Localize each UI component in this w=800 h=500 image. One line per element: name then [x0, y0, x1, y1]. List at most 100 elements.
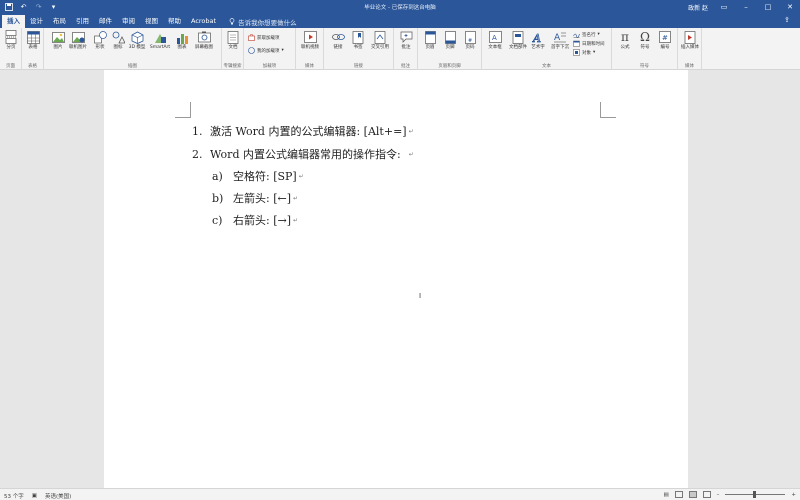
- print-layout-icon[interactable]: [688, 491, 697, 498]
- symbol-button[interactable]: Ω 符号: [635, 30, 655, 50]
- document-icon: [226, 30, 240, 44]
- ribbon-display-icon[interactable]: ▭: [718, 2, 730, 12]
- ibeam-cursor-icon: I: [419, 292, 422, 300]
- sublist-item-text: 左箭头: [←]: [233, 192, 292, 205]
- page-break-button[interactable]: 分页: [1, 30, 21, 50]
- margin-corner-top-right: [600, 102, 616, 118]
- title-bar: ↶ ↷ ▾ 毕业论文 - 已保存到这台电脑 政新 赵 ▭ – □ ✕: [0, 0, 800, 14]
- web-layout-icon[interactable]: [702, 491, 711, 498]
- dropdown-arrow-icon: ▾: [593, 50, 596, 55]
- addin-icon: [248, 47, 255, 54]
- signature-icon: [573, 31, 580, 38]
- object-icon: [573, 49, 580, 56]
- icons-button[interactable]: 图标: [108, 30, 128, 50]
- shapes-button[interactable]: 形状: [90, 30, 110, 50]
- object-button[interactable]: 对象 ▾: [573, 49, 595, 56]
- my-addins-button[interactable]: 我的加载项 ▾: [248, 47, 284, 54]
- pictures-button[interactable]: 图片: [48, 30, 68, 50]
- online-pictures-button[interactable]: 联机图片: [68, 30, 88, 50]
- tab-review[interactable]: 审阅: [117, 15, 140, 28]
- tab-insert[interactable]: 插入: [2, 15, 25, 28]
- 3d-models-button[interactable]: 3D 模型: [127, 30, 147, 50]
- get-addins-button[interactable]: 获取加载项: [248, 34, 280, 41]
- sublist-letter: a): [212, 169, 223, 183]
- page-number-icon: #: [463, 30, 477, 44]
- tab-acrobat[interactable]: Acrobat: [186, 15, 221, 28]
- page-number-button[interactable]: # 页码: [460, 30, 480, 50]
- list-item[interactable]: 1. 激活 Word 内置的公式编辑器: [Alt+=] ↵: [192, 123, 414, 139]
- word-count[interactable]: 53 个字: [4, 492, 24, 500]
- footer-button[interactable]: 页脚: [440, 30, 460, 50]
- tell-me-box[interactable]: 告诉我你想要做什么: [221, 15, 297, 28]
- cube-icon: [130, 30, 144, 44]
- ribbon-tabs: 插入 设计 布局 引用 邮件 审阅 视图 帮助 Acrobat 告诉我你想要做什…: [0, 14, 800, 28]
- cross-reference-button[interactable]: 交叉引用: [368, 30, 392, 50]
- focus-mode-icon[interactable]: ▤: [663, 492, 668, 498]
- signature-line-button[interactable]: 签名行 ▾: [573, 31, 600, 38]
- comment-button[interactable]: 批注: [396, 30, 416, 50]
- zoom-slider[interactable]: [725, 491, 786, 498]
- group-media: 联机视频 媒体: [296, 28, 324, 70]
- proofing-icon[interactable]: ▣: [32, 493, 37, 499]
- svg-text:A: A: [492, 34, 497, 42]
- bookmark-button[interactable]: 书签: [348, 30, 368, 50]
- wordart-icon: A: [531, 30, 545, 44]
- number-button[interactable]: # 编号: [655, 30, 675, 50]
- tab-view[interactable]: 视图: [140, 15, 163, 28]
- group-tables: 表格 表格: [22, 28, 44, 70]
- paragraph-mark: ↵: [293, 216, 299, 224]
- dropcap-button[interactable]: A 首字下沉: [549, 30, 571, 50]
- sublist-item-text: 右箭头: [→]: [233, 214, 292, 227]
- share-icon[interactable]: ⇪: [784, 16, 794, 26]
- tab-references[interactable]: 引用: [71, 15, 94, 28]
- comment-icon: [399, 30, 413, 44]
- dropdown-arrow-icon: ▾: [597, 32, 600, 37]
- document-title: 毕业论文 - 已保存到这台电脑: [364, 5, 436, 11]
- svg-text:#: #: [468, 38, 472, 44]
- user-name[interactable]: 政新 赵: [688, 3, 708, 12]
- language-indicator[interactable]: 英语(美国): [45, 492, 71, 500]
- tab-mailings[interactable]: 邮件: [94, 15, 117, 28]
- equation-button[interactable]: π 公式: [615, 30, 635, 50]
- link-icon: [331, 30, 345, 44]
- sublist-item[interactable]: b) 左箭头: [←] ↵: [212, 190, 298, 206]
- table-icon: [26, 30, 40, 44]
- close-icon[interactable]: ✕: [784, 2, 796, 12]
- zoom-slider-thumb[interactable]: [753, 491, 757, 498]
- minimize-icon[interactable]: –: [740, 2, 752, 12]
- sublist-item[interactable]: a) 空格符: [SP] ↵: [212, 168, 304, 184]
- screenshot-icon: [197, 30, 211, 44]
- document-area[interactable]: 1. 激活 Word 内置的公式编辑器: [Alt+=] ↵ 2. Word 内…: [0, 70, 800, 488]
- wordart-button[interactable]: A 艺术字: [528, 30, 548, 50]
- zoom-out-icon[interactable]: –: [717, 492, 720, 498]
- group-embed: 插入媒体 媒体: [678, 28, 702, 70]
- media-icon: [683, 30, 697, 44]
- online-video-button[interactable]: 联机视频: [300, 30, 320, 50]
- sublist-item[interactable]: c) 右箭头: [→] ↵: [212, 212, 298, 228]
- link-button[interactable]: 链接: [328, 30, 348, 50]
- document-page[interactable]: 1. 激活 Word 内置的公式编辑器: [Alt+=] ↵ 2. Word 内…: [104, 70, 688, 488]
- svg-text:#: #: [662, 34, 668, 42]
- group-pages: 分页 页面: [0, 28, 22, 70]
- smartart-button[interactable]: SmartArt: [148, 30, 172, 50]
- tab-layout[interactable]: 布局: [48, 15, 71, 28]
- list-item[interactable]: 2. Word 内置公式编辑器常用的操作指令: ↵: [192, 146, 414, 162]
- screenshot-button[interactable]: 屏幕截图: [192, 30, 216, 50]
- picture-icon: [51, 30, 65, 44]
- docs-button[interactable]: 文档: [223, 30, 243, 50]
- textbox-button[interactable]: A 文本框: [485, 30, 505, 50]
- zoom-in-icon[interactable]: +: [791, 492, 796, 498]
- read-mode-icon[interactable]: [674, 491, 683, 498]
- chart-button[interactable]: 图表: [172, 30, 192, 50]
- date-time-button[interactable]: 日期和时间: [573, 40, 605, 47]
- tab-help[interactable]: 帮助: [163, 15, 186, 28]
- quick-parts-button[interactable]: 文档部件: [506, 30, 530, 50]
- svg-text:A: A: [532, 32, 541, 43]
- embed-media-button[interactable]: 插入媒体: [680, 30, 700, 50]
- header-button[interactable]: 页眉: [420, 30, 440, 50]
- tab-design[interactable]: 设计: [25, 15, 48, 28]
- table-button[interactable]: 表格: [23, 30, 43, 50]
- video-icon: [303, 30, 317, 44]
- maximize-icon[interactable]: □: [762, 2, 774, 12]
- list-item-text: 激活 Word 内置的公式编辑器: [Alt+=]: [210, 125, 407, 138]
